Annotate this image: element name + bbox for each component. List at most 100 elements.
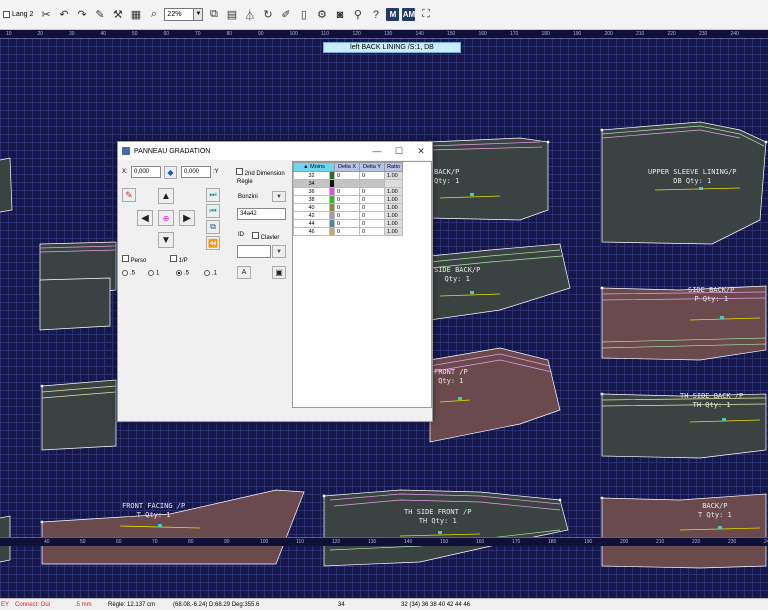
table-row[interactable]: 36 0 0 1.00 [293, 187, 403, 196]
size-cell[interactable]: 32 [293, 171, 330, 180]
figure-icon[interactable]: ✎ [122, 188, 136, 202]
delta-y-cell[interactable]: 0 [359, 171, 385, 180]
copy-grade-icon[interactable]: ⧉ [206, 220, 220, 234]
ratio-cell[interactable]: 1.00 [384, 171, 403, 180]
table-row[interactable]: 44 0 0 1.00 [293, 219, 403, 228]
delta-x-cell[interactable] [334, 179, 360, 188]
piece-shape[interactable] [601, 493, 767, 569]
radio-option[interactable]: .5 [122, 270, 135, 277]
table-row[interactable]: 40 0 0 1.00 [293, 203, 403, 212]
size-cell[interactable]: 34 [293, 179, 330, 188]
save-icon[interactable]: ▣ [272, 266, 286, 279]
tools-icon[interactable]: ⚙ [314, 7, 329, 22]
x-field[interactable]: 0,000 [131, 166, 161, 178]
delta-x-cell[interactable]: 0 [334, 219, 360, 228]
ratio-cell[interactable]: 1.00 [384, 211, 403, 220]
mirror-icon[interactable]: ⏃ [242, 7, 257, 22]
piece-shape[interactable] [41, 379, 117, 451]
chevron-down-icon[interactable]: ▼ [272, 245, 286, 258]
copy-icon[interactable]: ⧉ [206, 7, 221, 22]
layer-checkbox[interactable]: Lang 2 [3, 11, 33, 18]
size-cell[interactable]: 42 [293, 211, 330, 220]
radio-option-selected[interactable]: .5 [176, 270, 189, 277]
tool-am-button[interactable]: AM [402, 8, 416, 21]
pin-icon[interactable]: ⚲ [350, 7, 365, 22]
ratio-cell[interactable]: 1.00 [384, 195, 403, 204]
reset-grade-icon[interactable]: ⏪ [206, 236, 220, 250]
second-dimension-checkbox[interactable]: 2nd Dimension [236, 168, 285, 177]
arrow-down-button[interactable]: ▼ [158, 232, 174, 248]
size-cell[interactable]: 46 [293, 227, 330, 236]
radio-option[interactable]: .1 [204, 270, 217, 277]
diamond-icon[interactable]: ◆ [164, 166, 177, 179]
delta-y-cell[interactable]: 0 [359, 227, 385, 236]
table-row[interactable]: 34 [293, 179, 403, 188]
checkbox-box[interactable] [252, 232, 259, 239]
column-header-delta-x[interactable]: Delta X [334, 162, 360, 172]
chevron-down-icon[interactable]: ▼ [194, 8, 204, 21]
delta-y-cell[interactable]: 0 [359, 195, 385, 204]
delta-x-cell[interactable]: 0 [334, 211, 360, 220]
zoom-value[interactable]: 22% [164, 8, 195, 21]
step-back-icon[interactable]: ⏮ [206, 204, 220, 218]
column-header-delta-y[interactable]: Delta Y [359, 162, 385, 172]
arrow-right-button[interactable]: ▶ [179, 210, 195, 226]
tool-m-button[interactable]: M [386, 8, 400, 21]
checkbox-box[interactable] [236, 168, 243, 175]
camera-icon[interactable]: ◙ [332, 7, 347, 22]
column-header-size[interactable]: ▲ Moins [293, 162, 335, 172]
perso-checkbox[interactable]: Perso [122, 255, 146, 264]
edit-icon[interactable]: ✐ [278, 7, 293, 22]
checkbox-box[interactable] [122, 255, 129, 262]
arrow-left-button[interactable]: ◀ [137, 210, 153, 226]
dialog-titlebar[interactable]: PANNEAU GRADATION — ☐ ✕ [118, 142, 432, 160]
size-cell[interactable]: 38 [293, 195, 330, 204]
ratio-cell[interactable]: 1.00 [384, 187, 403, 196]
one-p-checkbox[interactable]: 1/P [170, 255, 188, 264]
clavier-checkbox[interactable]: Clavier [252, 232, 279, 241]
rotate-icon[interactable]: ↻ [260, 7, 275, 22]
delta-y-cell[interactable]: 0 [359, 203, 385, 212]
grid-icon[interactable]: ▦ [128, 7, 143, 22]
ratio-cell[interactable]: 1.00 [384, 227, 403, 236]
minimize-icon[interactable]: — [366, 146, 388, 156]
zoom-select[interactable]: 22% ▼ [164, 8, 204, 21]
center-icon[interactable]: ⊕ [158, 210, 174, 226]
delta-x-cell[interactable]: 0 [334, 195, 360, 204]
checkbox-box[interactable] [3, 11, 10, 18]
piece-shape[interactable] [0, 157, 13, 213]
a-button[interactable]: A [237, 266, 251, 279]
table-row[interactable]: 38 0 0 1.00 [293, 195, 403, 204]
delta-x-cell[interactable]: 0 [334, 171, 360, 180]
chevron-down-icon[interactable]: ▼ [272, 191, 286, 202]
piece-shape[interactable] [601, 285, 767, 361]
pencil-icon[interactable]: ✎ [92, 7, 107, 22]
step-forward-icon[interactable]: ⏭ [206, 188, 220, 202]
redo-icon[interactable]: ↷ [74, 7, 89, 22]
delta-x-cell[interactable]: 0 [334, 187, 360, 196]
table-row[interactable]: 42 0 0 1.00 [293, 211, 403, 220]
delta-y-cell[interactable]: 0 [359, 219, 385, 228]
table-row[interactable]: 46 0 0 1.00 [293, 227, 403, 236]
magnifier-icon[interactable]: ⌕ [146, 7, 161, 22]
help-icon[interactable]: ? [368, 7, 383, 22]
size-cell[interactable]: 36 [293, 187, 330, 196]
maximize-icon[interactable]: ☐ [388, 146, 410, 157]
delta-y-cell[interactable]: 0 [359, 187, 385, 196]
id-select[interactable] [237, 245, 271, 258]
column-header-ratio[interactable]: Ratio [384, 162, 403, 172]
piece-shape[interactable] [39, 277, 111, 331]
hammer-icon[interactable]: ⚒ [110, 7, 125, 22]
ratio-cell[interactable] [384, 179, 403, 188]
arrow-up-button[interactable]: ▲ [158, 188, 174, 204]
close-icon[interactable]: ✕ [410, 146, 432, 157]
delta-x-cell[interactable]: 0 [334, 203, 360, 212]
y-field[interactable]: 0,000 [181, 166, 211, 178]
frame-icon[interactable]: ⛶ [418, 7, 433, 22]
undo-icon[interactable]: ↶ [56, 7, 71, 22]
delta-y-cell[interactable] [359, 179, 385, 188]
delta-y-cell[interactable]: 0 [359, 211, 385, 220]
delta-x-cell[interactable]: 0 [334, 227, 360, 236]
paste-icon[interactable]: ▤ [224, 7, 239, 22]
size-cell[interactable]: 44 [293, 219, 330, 228]
